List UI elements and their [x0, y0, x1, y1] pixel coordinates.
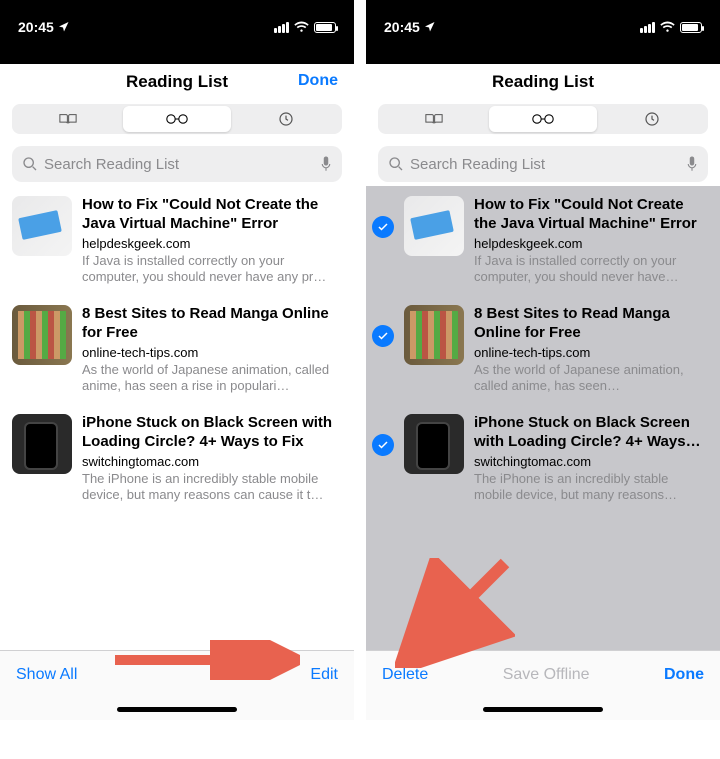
- item-desc: If Java is installed correctly on your c…: [474, 253, 708, 286]
- list-item[interactable]: 8 Best Sites to Read Manga Online for Fr…: [0, 295, 354, 404]
- battery-icon: [314, 22, 336, 33]
- item-title: 8 Best Sites to Read Manga Online for Fr…: [474, 305, 708, 343]
- wifi-icon: [294, 21, 309, 33]
- search-input[interactable]: [410, 156, 680, 173]
- thumbnail: [404, 305, 464, 365]
- check-icon: [377, 330, 389, 342]
- page-title: Reading List: [492, 72, 594, 91]
- location-icon: [424, 21, 436, 33]
- list-item[interactable]: How to Fix "Could Not Create the Java Vi…: [0, 186, 354, 295]
- done-button[interactable]: Done: [298, 72, 338, 90]
- item-title: How to Fix "Could Not Create the Java Vi…: [82, 196, 342, 234]
- item-title: 8 Best Sites to Read Manga Online for Fr…: [82, 305, 342, 343]
- battery-icon: [680, 22, 702, 33]
- item-desc: As the world of Japanese animation, call…: [82, 362, 342, 395]
- item-title: iPhone Stuck on Black Screen with Loadin…: [474, 414, 708, 452]
- signal-icon: [640, 22, 655, 33]
- thumbnail: [404, 414, 464, 474]
- notch: [10, 52, 344, 64]
- item-desc: If Java is installed correctly on your c…: [82, 253, 342, 286]
- edit-button[interactable]: Edit: [310, 666, 338, 684]
- clock-icon: [278, 111, 294, 127]
- seg-history[interactable]: [597, 106, 706, 132]
- item-title: How to Fix "Could Not Create the Java Vi…: [474, 196, 708, 234]
- item-desc: The iPhone is an incredibly stable mobil…: [474, 471, 708, 504]
- thumbnail: [404, 196, 464, 256]
- selection-check[interactable]: [372, 325, 394, 347]
- list-item[interactable]: How to Fix "Could Not Create the Java Vi…: [366, 186, 720, 295]
- seg-readinglist[interactable]: [489, 106, 598, 132]
- item-domain: switchingtomac.com: [474, 454, 708, 469]
- location-icon: [58, 21, 70, 33]
- signal-icon: [274, 22, 289, 33]
- segmented-control[interactable]: [12, 104, 342, 134]
- done-button[interactable]: Done: [664, 666, 704, 684]
- search-field[interactable]: [12, 146, 342, 182]
- item-desc: The iPhone is an incredibly stable mobil…: [82, 471, 342, 504]
- home-indicator[interactable]: [366, 698, 720, 720]
- seg-bookmarks[interactable]: [14, 106, 123, 132]
- clock-icon: [644, 111, 660, 127]
- item-desc: As the world of Japanese animation, call…: [474, 362, 708, 395]
- list-item[interactable]: 8 Best Sites to Read Manga Online for Fr…: [366, 295, 720, 404]
- seg-readinglist[interactable]: [123, 106, 232, 132]
- mic-icon[interactable]: [320, 155, 332, 173]
- bottom-toolbar: Show All Edit: [0, 650, 354, 698]
- thumbnail: [12, 414, 72, 474]
- save-offline-button[interactable]: Save Offline: [503, 666, 590, 684]
- nav-header: Reading List: [366, 64, 720, 98]
- home-indicator[interactable]: [0, 698, 354, 720]
- thumbnail: [12, 305, 72, 365]
- glasses-icon: [531, 112, 555, 126]
- item-domain: helpdeskgeek.com: [82, 236, 342, 251]
- thumbnail: [12, 196, 72, 256]
- status-time: 20:45: [18, 19, 54, 35]
- search-icon: [388, 156, 404, 172]
- book-icon: [58, 111, 78, 127]
- wifi-icon: [660, 21, 675, 33]
- search-field[interactable]: [378, 146, 708, 182]
- delete-button[interactable]: Delete: [382, 666, 428, 684]
- check-icon: [377, 221, 389, 233]
- item-domain: online-tech-tips.com: [474, 345, 708, 360]
- notch: [376, 52, 710, 64]
- item-domain: switchingtomac.com: [82, 454, 342, 469]
- seg-history[interactable]: [231, 106, 340, 132]
- bottom-toolbar: Delete Save Offline Done: [366, 650, 720, 698]
- reading-list-editing: How to Fix "Could Not Create the Java Vi…: [366, 186, 720, 650]
- selection-check[interactable]: [372, 216, 394, 238]
- selection-check[interactable]: [372, 434, 394, 456]
- seg-bookmarks[interactable]: [380, 106, 489, 132]
- phone-right: 20:45 Reading List: [366, 0, 720, 720]
- phone-left: 20:45 Reading List Done: [0, 0, 354, 720]
- mic-icon[interactable]: [686, 155, 698, 173]
- reading-list: How to Fix "Could Not Create the Java Vi…: [0, 186, 354, 650]
- segmented-control[interactable]: [378, 104, 708, 134]
- showall-button[interactable]: Show All: [16, 666, 77, 684]
- item-title: iPhone Stuck on Black Screen with Loadin…: [82, 414, 342, 452]
- status-time: 20:45: [384, 19, 420, 35]
- nav-header: Reading List Done: [0, 64, 354, 98]
- search-icon: [22, 156, 38, 172]
- item-domain: online-tech-tips.com: [82, 345, 342, 360]
- item-domain: helpdeskgeek.com: [474, 236, 708, 251]
- glasses-icon: [165, 112, 189, 126]
- list-item[interactable]: iPhone Stuck on Black Screen with Loadin…: [366, 404, 720, 513]
- page-title: Reading List: [126, 72, 228, 91]
- book-icon: [424, 111, 444, 127]
- list-item[interactable]: iPhone Stuck on Black Screen with Loadin…: [0, 404, 354, 513]
- search-input[interactable]: [44, 156, 314, 173]
- check-icon: [377, 439, 389, 451]
